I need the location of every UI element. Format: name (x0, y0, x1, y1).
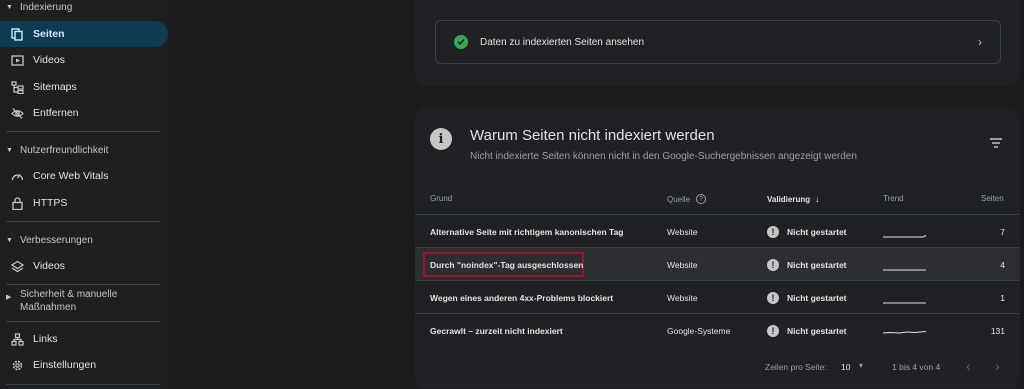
indexed-pages-card: Daten zu indexierten Seiten ansehen › (415, 0, 1020, 86)
caret-down-icon: ▼ (6, 146, 13, 154)
card-subtitle: Nicht indexierte Seiten können nicht in … (470, 151, 857, 162)
trend-sparkline (883, 269, 926, 271)
check-circle-icon (454, 35, 468, 49)
table-row[interactable]: Alternative Seite mit richtigem kanonisc… (415, 214, 1020, 247)
section-verbesserungen[interactable]: ▼ Verbesserungen (0, 231, 168, 249)
cell-grund: Gecrawlt – zurzeit nicht indexiert (430, 325, 563, 336)
cell-validierung: ! Nicht gestartet (767, 215, 847, 248)
rows-per-page-label: Zeilen pro Seite: (765, 362, 827, 372)
sidebar-item-videos[interactable]: Videos (0, 47, 168, 73)
cell-validierung: ! Nicht gestartet (767, 314, 847, 347)
table-row[interactable]: Durch "noindex"-Tag ausgeschlossen Websi… (415, 247, 1020, 280)
card-title: Warum Seiten nicht indexiert werden (470, 127, 715, 144)
sidebar-item-core-web-vitals[interactable]: Core Web Vitals (0, 163, 168, 189)
exclamation-icon: ! (767, 291, 779, 304)
next-page-icon[interactable]: › (995, 358, 1000, 374)
divider (6, 384, 160, 385)
hidden-eye-icon (10, 106, 24, 120)
cell-grund: Alternative Seite mit richtigem kanonisc… (430, 226, 624, 237)
cell-quelle: Website (667, 226, 698, 237)
cell-validierung: ! Nicht gestartet (767, 248, 847, 281)
video-icon (10, 53, 24, 67)
trend-sparkline (883, 302, 926, 304)
exclamation-icon: ! (767, 324, 779, 337)
header-quelle: Quelle ? (667, 194, 707, 204)
cell-validierung: ! Nicht gestartet (767, 281, 847, 314)
cell-quelle: Website (667, 292, 698, 303)
section-indexierung[interactable]: ▼ Indexierung (0, 0, 168, 16)
sidebar-item-entfernen[interactable]: Entfernen (0, 100, 168, 126)
header-grund: Grund (430, 194, 453, 203)
exclamation-icon: ! (767, 225, 779, 238)
divider (6, 131, 160, 132)
info-icon: i (430, 128, 452, 150)
gauge-icon (10, 169, 24, 183)
cell-quelle: Website (667, 259, 698, 270)
section-nutzerfreundlichkeit[interactable]: ▼ Nutzerfreundlichkeit (0, 141, 168, 159)
view-indexed-pages-link[interactable]: Daten zu indexierten Seiten ansehen › (435, 20, 1001, 64)
sidebar-item-https[interactable]: HTTPS (0, 190, 168, 216)
trend-sparkline (883, 235, 927, 238)
sitemap-icon (10, 80, 24, 94)
caret-down-icon: ▼ (6, 3, 13, 11)
arrow-down-icon: ↓ (815, 194, 820, 204)
table-row[interactable]: Wegen eines anderen 4xx-Problems blockie… (415, 280, 1020, 313)
cell-seiten: 1 (1000, 292, 1005, 303)
sidebar-item-videos-enhancement[interactable]: Videos (0, 253, 168, 279)
chevron-right-icon: › (978, 35, 982, 49)
pages-icon (10, 27, 24, 41)
sidebar-item-links[interactable]: Links (0, 326, 168, 352)
lock-icon (10, 196, 24, 210)
layers-icon (10, 259, 24, 273)
links-icon (10, 332, 24, 346)
pagination: Zeilen pro Seite: 10 ▾ 1 bis 4 von 4 ‹ › (415, 358, 1020, 378)
link-label: Daten zu indexierten Seiten ansehen (480, 36, 645, 48)
filter-icon[interactable] (990, 138, 1002, 148)
caret-down-icon: ▼ (6, 236, 13, 244)
divider (6, 321, 160, 322)
header-seiten: Seiten (981, 194, 1004, 203)
dropdown-arrow-icon[interactable]: ▾ (859, 361, 863, 370)
not-indexed-card: i Warum Seiten nicht indexiert werden Ni… (415, 108, 1020, 388)
help-icon[interactable]: ? (696, 194, 707, 204)
header-validierung[interactable]: Validierung ↓ (767, 194, 820, 204)
exclamation-icon: ! (767, 258, 779, 271)
section-sicherheit[interactable]: ▶ Sicherheit & manuelle Maßnahmen (0, 288, 168, 318)
sidebar-item-seiten[interactable]: Seiten (0, 21, 168, 47)
header-trend: Trend (883, 194, 904, 203)
cell-seiten: 4 (1000, 259, 1005, 270)
cell-grund: Durch "noindex"-Tag ausgeschlossen (430, 259, 584, 270)
caret-right-icon: ▶ (6, 294, 12, 301)
trend-sparkline (883, 331, 927, 334)
cell-grund: Wegen eines anderen 4xx-Problems blockie… (430, 292, 614, 303)
cell-seiten: 131 (990, 325, 1005, 336)
divider (6, 284, 160, 285)
sidebar-item-einstellungen[interactable]: Einstellungen (0, 352, 168, 378)
rows-per-page-select[interactable]: 10 (841, 362, 850, 372)
cell-seiten: 7 (1000, 226, 1005, 237)
sidebar-item-sitemaps[interactable]: Sitemaps (0, 74, 168, 100)
page-range: 1 bis 4 von 4 (892, 362, 941, 372)
gear-icon (10, 358, 24, 372)
prev-page-icon[interactable]: ‹ (966, 358, 971, 374)
sidebar: ▼ Indexierung Seiten Videos Sitemaps Ent… (0, 0, 168, 389)
cell-quelle: Google-Systeme (667, 325, 731, 336)
divider (6, 221, 160, 222)
table-row[interactable]: Gecrawlt – zurzeit nicht indexiert Googl… (415, 313, 1020, 346)
